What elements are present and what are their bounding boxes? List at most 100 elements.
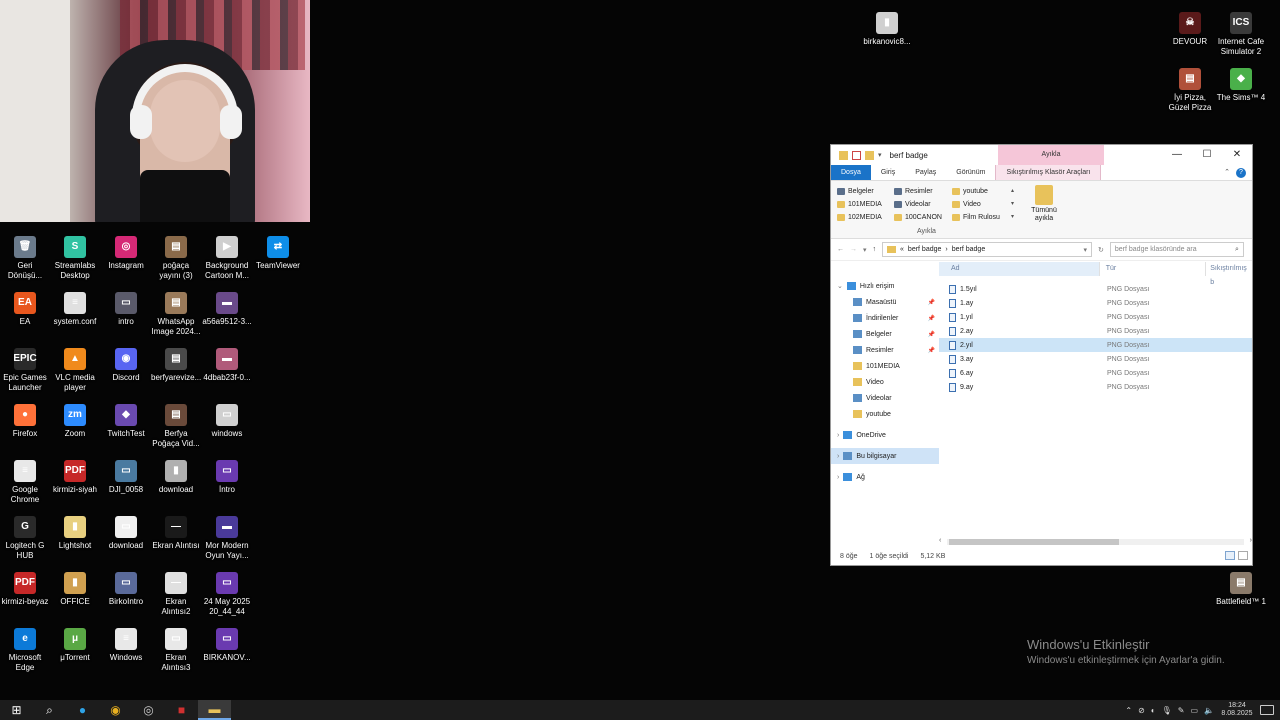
- address-overflow[interactable]: «: [900, 246, 904, 253]
- desktop-icon[interactable]: ≡ system.conf: [50, 292, 100, 327]
- desktop-icon[interactable]: S Streamlabs Desktop: [50, 236, 100, 281]
- desktop-icon[interactable]: ▶ Background Cartoon M...: [202, 236, 252, 281]
- desktop-icon[interactable]: ▭ download: [101, 516, 151, 551]
- no-entry-icon[interactable]: ⊘: [1138, 706, 1145, 715]
- nav-item[interactable]: Masaüstü 📌: [831, 294, 939, 310]
- clock[interactable]: 18:24 8.08.2025: [1220, 702, 1254, 718]
- desktop-icon[interactable]: ▭ Ekran Alıntısı3: [151, 628, 201, 673]
- nav-item[interactable]: ⌄ Hızlı erişim: [831, 278, 939, 294]
- app-red-icon[interactable]: ■: [165, 700, 198, 720]
- chrome-icon[interactable]: ◉: [99, 700, 132, 720]
- chevron-down-icon[interactable]: ▾: [1084, 246, 1088, 254]
- minimize-button[interactable]: —: [1162, 145, 1192, 165]
- nav-item[interactable]: Video: [831, 374, 939, 390]
- obs-icon[interactable]: ◎: [132, 700, 165, 720]
- scroll-thumb[interactable]: [949, 539, 1119, 545]
- ribbon-destination[interactable]: youtube: [952, 185, 1010, 198]
- speaker-icon[interactable]: 🔈: [1204, 706, 1214, 715]
- desktop-icon[interactable]: ▭ İntro: [202, 460, 252, 495]
- desktop-icon[interactable]: ▤ İyi Pizza, Güzel Pizza: [1165, 68, 1215, 113]
- desktop-icon[interactable]: ◉ Discord: [101, 348, 151, 383]
- ribbon-destination[interactable]: Videolar: [894, 198, 952, 211]
- details-view-icon[interactable]: [1225, 551, 1235, 560]
- nav-item[interactable]: youtube: [831, 406, 939, 422]
- start-button[interactable]: ⊞: [0, 700, 33, 720]
- file-row[interactable]: 9.ay PNG Dosyası: [939, 380, 1252, 394]
- desktop-icon[interactable]: ▮ Lightshot: [50, 516, 100, 551]
- file-row[interactable]: 2.yıl PNG Dosyası: [939, 338, 1252, 352]
- ribbon-destination[interactable]: 102MEDIA: [837, 211, 894, 224]
- column-name[interactable]: Ad: [939, 262, 1099, 276]
- microphone-icon[interactable]: 🎙: [1162, 706, 1172, 715]
- nav-item[interactable]: › Bu bilgisayar: [831, 448, 939, 464]
- desktop-icon[interactable]: ◆ The Sims™ 4: [1216, 68, 1266, 103]
- desktop-icon[interactable]: ▭ intro: [101, 292, 151, 327]
- desktop-icon[interactable]: ◎ Instagram: [101, 236, 151, 271]
- desktop-icon[interactable]: ▭ BirkoIntro: [101, 572, 151, 607]
- desktop-icon[interactable]: G Logitech G HUB: [0, 516, 50, 561]
- file-row[interactable]: 1.yıl PNG Dosyası: [939, 310, 1252, 324]
- desktop-icon[interactable]: EA EA: [0, 292, 50, 327]
- refresh-icon[interactable]: ↻: [1098, 246, 1104, 254]
- edge-icon[interactable]: ●: [66, 700, 99, 720]
- chevron-right-icon[interactable]: ⌄: [837, 282, 843, 290]
- desktop-icon[interactable]: EPIC Epic Games Launcher: [0, 348, 50, 393]
- desktop-icon[interactable]: ≡ Google Chrome: [0, 460, 50, 505]
- file-row[interactable]: 1.5yıl PNG Dosyası: [939, 282, 1252, 296]
- ribbon-destination[interactable]: Video: [952, 198, 1010, 211]
- desktop-icon[interactable]: ▮ download: [151, 460, 201, 495]
- desktop-icon[interactable]: ▤ poğaça yayını (3): [151, 236, 201, 281]
- desktop-icon[interactable]: ▬ Mor Modern Oyun Yayı...: [202, 516, 252, 561]
- maximize-button[interactable]: ☐: [1192, 145, 1222, 165]
- desktop-icon[interactable]: zm Zoom: [50, 404, 100, 439]
- column-compressed-size[interactable]: Sıkıştırılmış b: [1205, 262, 1252, 286]
- nav-item[interactable]: İndirilenler 📌: [831, 310, 939, 326]
- breadcrumb-item[interactable]: berf badge: [952, 246, 985, 253]
- horizontal-scrollbar[interactable]: ‹ ›: [939, 537, 1252, 545]
- desktop-icon[interactable]: ● Firefox: [0, 404, 50, 439]
- desktop-icon[interactable]: ▭ DJI_0058: [101, 460, 151, 495]
- desktop-icon[interactable]: ▤ Berfya Poğaça Vid...: [151, 404, 201, 449]
- file-explorer-taskbar-icon[interactable]: ▬: [198, 700, 231, 720]
- app-tray-icon[interactable]: ◐: [1151, 706, 1156, 715]
- new-folder-icon[interactable]: [865, 150, 874, 160]
- nav-item[interactable]: › Ağ: [831, 469, 939, 485]
- column-type[interactable]: Tür: [1098, 262, 1205, 276]
- extract-all-button[interactable]: Tümünü ayıkla: [1029, 185, 1059, 223]
- notification-icon[interactable]: [1260, 705, 1274, 715]
- desktop-icon[interactable]: ICS Internet Cafe Simulator 2: [1216, 12, 1266, 57]
- close-button[interactable]: ✕: [1222, 145, 1252, 165]
- desktop-icon[interactable]: ▮ OFFICE: [50, 572, 100, 607]
- desktop-icon[interactable]: ▲ VLC media player: [50, 348, 100, 393]
- large-icons-view-icon[interactable]: [1238, 551, 1248, 560]
- file-row[interactable]: 2.ay PNG Dosyası: [939, 324, 1252, 338]
- desktop-icon[interactable]: ▭ BIRKANOV...: [202, 628, 252, 663]
- desktop-icon[interactable]: ≡ Windows: [101, 628, 151, 663]
- chevron-right-icon[interactable]: ›: [837, 453, 839, 460]
- file-row[interactable]: 3.ay PNG Dosyası: [939, 352, 1252, 366]
- desktop-icon[interactable]: ▤ Battlefield™ 1: [1216, 572, 1266, 607]
- nav-item[interactable]: › OneDrive: [831, 427, 939, 443]
- ribbon-destination[interactable]: Resimler: [894, 185, 952, 198]
- desktop-icon[interactable]: ▬ 4dbab23f-0...: [202, 348, 252, 383]
- up-arrow-icon[interactable]: ↑: [873, 246, 877, 253]
- desktop-icon[interactable]: PDF kirmizi-siyah: [50, 460, 100, 495]
- scroll-left-icon[interactable]: ‹: [939, 537, 941, 544]
- back-arrow-icon[interactable]: ←: [837, 246, 844, 253]
- nav-item[interactable]: Videolar: [831, 390, 939, 406]
- desktop-icon[interactable]: 🗑 Geri Dönüşü...: [0, 236, 50, 281]
- properties-icon[interactable]: [852, 150, 861, 160]
- desktop-icon[interactable]: ◆ TwitchTest: [101, 404, 151, 439]
- chevron-up-icon[interactable]: ⌃: [1125, 706, 1132, 715]
- ribbon-destination[interactable]: Belgeler: [837, 185, 894, 198]
- pen-icon[interactable]: ✎: [1178, 706, 1185, 715]
- forward-arrow-icon[interactable]: →: [850, 246, 857, 253]
- desktop-icon[interactable]: PDF kirmizi-beyaz: [0, 572, 50, 607]
- desktop-icon[interactable]: e Microsoft Edge: [0, 628, 50, 673]
- help-icon[interactable]: ?: [1236, 168, 1246, 178]
- nav-item[interactable]: 101MEDIA: [831, 358, 939, 374]
- tab-view[interactable]: Görünüm: [946, 165, 995, 180]
- desktop-icon[interactable]: ▭ windows: [202, 404, 252, 439]
- desktop-icon[interactable]: — Ekran Alıntısı: [151, 516, 201, 551]
- chevron-down-icon[interactable]: ▾: [878, 151, 882, 160]
